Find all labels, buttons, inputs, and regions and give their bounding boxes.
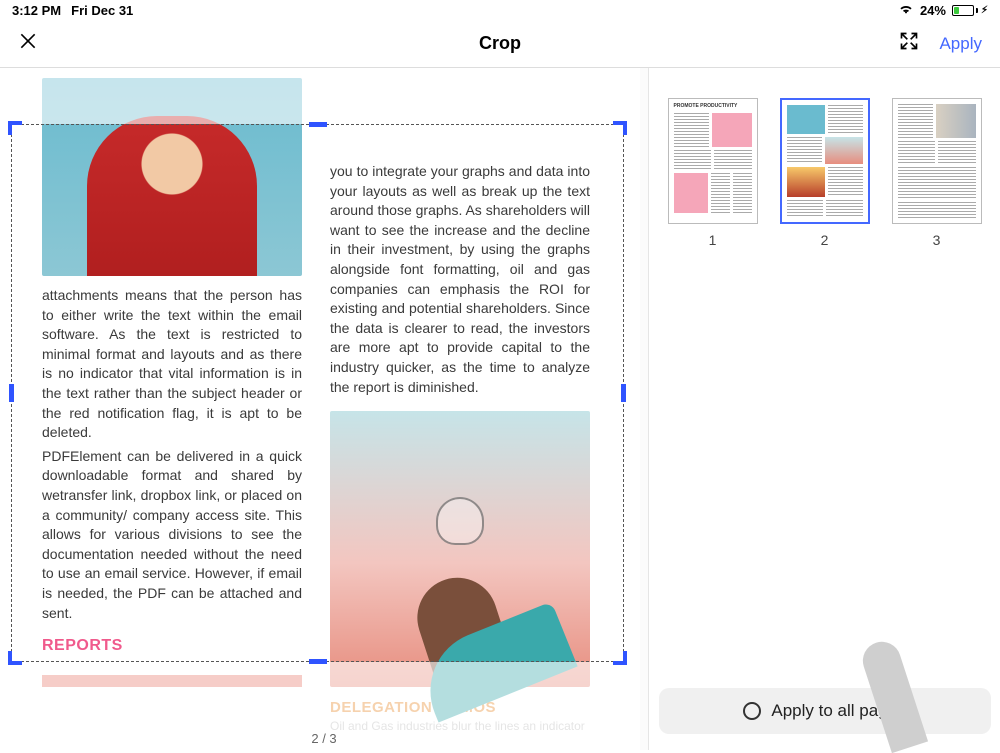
crop-handle-right[interactable] <box>621 384 626 402</box>
status-date: Fri Dec 31 <box>71 3 133 18</box>
status-bar: 3:12 PM Fri Dec 31 24% ⚡︎ <box>0 0 1000 20</box>
wifi-icon <box>898 3 914 18</box>
thumbnail-strip: PROMOTE PRODUCTIVITY 1 2 <box>657 98 992 248</box>
crop-canvas[interactable]: attachments means that the person has to… <box>0 68 648 750</box>
crop-handle-left[interactable] <box>9 384 14 402</box>
close-button[interactable] <box>18 31 38 56</box>
apply-to-all-pages-button[interactable]: Apply to all pages <box>659 688 991 734</box>
status-time: 3:12 PM <box>12 3 61 18</box>
crop-handle-top[interactable] <box>309 122 327 127</box>
fullscreen-button[interactable] <box>899 31 919 56</box>
thumbnail-3[interactable]: 3 <box>892 98 982 248</box>
crop-mask <box>0 68 648 124</box>
crop-mask <box>624 124 648 662</box>
main: attachments means that the person has to… <box>0 68 1000 750</box>
crop-handle-top-left[interactable] <box>8 121 24 137</box>
close-icon <box>18 31 38 51</box>
crop-handle-top-right[interactable] <box>611 121 627 137</box>
radio-unchecked-icon <box>743 702 761 720</box>
thumbnail-label: 1 <box>709 232 717 248</box>
crop-rectangle[interactable] <box>11 124 624 662</box>
thumbnail-2[interactable]: 2 <box>780 98 870 248</box>
battery-icon: ⚡︎ <box>952 5 988 16</box>
thumbnail-1[interactable]: PROMOTE PRODUCTIVITY 1 <box>668 98 758 248</box>
crop-handle-bottom-left[interactable] <box>8 649 24 665</box>
thumbnail-label: 3 <box>933 232 941 248</box>
sidebar: PROMOTE PRODUCTIVITY 1 2 <box>648 68 1000 750</box>
thumbnail-label: 2 <box>821 232 829 248</box>
charging-icon: ⚡︎ <box>981 5 988 16</box>
thumb-title: PROMOTE PRODUCTIVITY <box>674 104 752 110</box>
page-counter: 2 / 3 <box>311 731 336 746</box>
toolbar-title: Crop <box>0 33 1000 54</box>
expand-icon <box>899 31 919 51</box>
crop-handle-bottom[interactable] <box>309 659 327 664</box>
crop-handle-bottom-right[interactable] <box>611 649 627 665</box>
toolbar: Crop Apply <box>0 20 1000 68</box>
apply-button[interactable]: Apply <box>939 34 982 54</box>
battery-pct: 24% <box>920 3 946 18</box>
